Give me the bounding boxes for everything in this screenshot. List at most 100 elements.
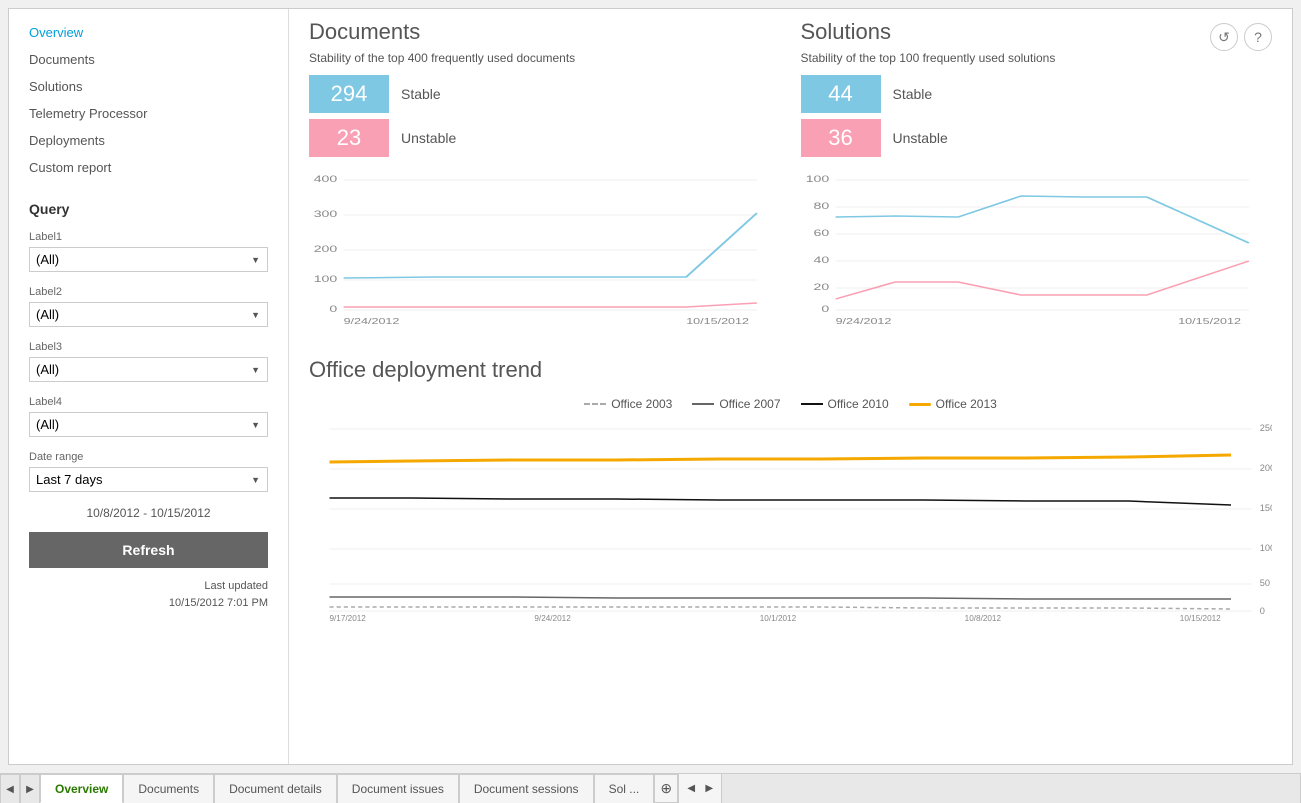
tab-scrollbar[interactable]	[721, 774, 1301, 803]
svg-text:Number of users: Number of users	[1270, 488, 1272, 555]
solutions-stable-label: Stable	[893, 86, 933, 102]
label4-label: Label4	[29, 396, 268, 408]
sidebar-item-overview[interactable]: Overview	[29, 19, 268, 46]
date-range-select-wrapper: Last 7 days	[29, 467, 268, 492]
label1-label: Label1	[29, 231, 268, 243]
svg-text:80: 80	[813, 201, 829, 212]
label4-select-wrapper: (All)	[29, 412, 268, 437]
documents-title: Documents	[309, 19, 781, 45]
date-range-value: 10/8/2012 - 10/15/2012	[29, 506, 268, 520]
svg-text:0: 0	[329, 304, 337, 315]
solutions-title: Solutions	[801, 19, 892, 45]
documents-subtitle: Stability of the top 400 frequently used…	[309, 51, 781, 65]
legend-label-2003: Office 2003	[611, 397, 672, 411]
solutions-unstable-label: Unstable	[893, 130, 948, 146]
label1-select-wrapper: (All)	[29, 247, 268, 272]
label3-field: Label3 (All)	[29, 341, 268, 382]
solutions-stable-count: 44	[801, 75, 881, 113]
tab-sol[interactable]: Sol ...	[594, 774, 655, 803]
svg-text:300: 300	[314, 209, 338, 220]
documents-stable-label: Stable	[401, 86, 441, 102]
svg-text:60: 60	[813, 228, 829, 239]
svg-text:9/17/2012: 9/17/2012	[329, 614, 366, 621]
sidebar-item-telemetry[interactable]: Telemetry Processor	[29, 100, 268, 127]
legend-label-2007: Office 2007	[719, 397, 780, 411]
legend-label-2010: Office 2010	[828, 397, 889, 411]
solutions-chart: 100 80 60 40 20 0	[801, 167, 1273, 327]
svg-text:10/15/2012: 10/15/2012	[1178, 317, 1241, 326]
solutions-chart-svg: 100 80 60 40 20 0	[801, 167, 1273, 327]
label2-select-wrapper: (All)	[29, 302, 268, 327]
solutions-subtitle: Stability of the top 100 frequently used…	[801, 51, 1273, 65]
tab-document-details[interactable]: Document details	[214, 774, 337, 803]
svg-text:10/15/2012: 10/15/2012	[1180, 614, 1221, 621]
legend-label-2013: Office 2013	[936, 397, 997, 411]
solutions-icons: ↺ ?	[1210, 23, 1272, 51]
sidebar-item-custom[interactable]: Custom report	[29, 154, 268, 181]
svg-text:200: 200	[1260, 463, 1272, 473]
tab-documents[interactable]: Documents	[123, 774, 214, 803]
tab-scroll-right[interactable]: ▶	[701, 781, 717, 797]
legend-line-2007	[692, 403, 714, 405]
label3-select-wrapper: (All)	[29, 357, 268, 382]
svg-text:100: 100	[314, 274, 338, 285]
label3-select[interactable]: (All)	[29, 357, 268, 382]
refresh-button[interactable]: Refresh	[29, 532, 268, 568]
svg-text:40: 40	[813, 255, 829, 266]
sidebar: OverviewDocumentsSolutionsTelemetry Proc…	[9, 9, 289, 764]
label4-select[interactable]: (All)	[29, 412, 268, 437]
documents-stable-row: 294 Stable	[309, 75, 781, 113]
sidebar-nav: OverviewDocumentsSolutionsTelemetry Proc…	[9, 19, 288, 181]
label2-field: Label2 (All)	[29, 286, 268, 327]
legend-line-2003	[584, 403, 606, 405]
solutions-panel: Solutions ↺ ? Stability of the top 100 f…	[801, 19, 1273, 327]
date-range-select[interactable]: Last 7 days	[29, 467, 268, 492]
tab-document-issues[interactable]: Document issues	[337, 774, 459, 803]
legend-office2003: Office 2003	[584, 397, 672, 411]
legend-office2010: Office 2010	[801, 397, 889, 411]
tab-scroll-controls: ◀ ▶	[679, 774, 721, 803]
trend-chart: 250 200 150 100 50 0 Number of users	[309, 421, 1272, 621]
tab-document-sessions[interactable]: Document sessions	[459, 774, 594, 803]
svg-text:9/24/2012: 9/24/2012	[344, 317, 400, 326]
tab-scroll-left[interactable]: ◀	[683, 781, 699, 797]
tab-overview[interactable]: Overview	[40, 774, 123, 803]
sidebar-item-documents[interactable]: Documents	[29, 46, 268, 73]
svg-text:10/15/2012: 10/15/2012	[686, 317, 749, 326]
solutions-unstable-count: 36	[801, 119, 881, 157]
tab-prev-button[interactable]: ◀	[0, 774, 20, 803]
label2-select[interactable]: (All)	[29, 302, 268, 327]
trend-legend: Office 2003 Office 2007 Office 2010 Offi…	[309, 397, 1272, 411]
label1-select[interactable]: (All)	[29, 247, 268, 272]
svg-text:9/24/2012: 9/24/2012	[835, 317, 891, 326]
trend-title: Office deployment trend	[309, 357, 1272, 383]
label3-label: Label3	[29, 341, 268, 353]
sidebar-item-deployments[interactable]: Deployments	[29, 127, 268, 154]
date-range-field: Date range Last 7 days	[29, 451, 268, 492]
legend-office2007: Office 2007	[692, 397, 780, 411]
solutions-unstable-row: 36 Unstable	[801, 119, 1273, 157]
date-range-label: Date range	[29, 451, 268, 463]
help-icon[interactable]: ?	[1244, 23, 1272, 51]
sidebar-item-solutions[interactable]: Solutions	[29, 73, 268, 100]
bottom-tabs: ◀ ▶ Overview Documents Document details …	[0, 773, 1301, 803]
svg-text:20: 20	[813, 282, 829, 293]
documents-chart-svg: 400 300 200 100 0	[309, 167, 781, 327]
query-title: Query	[29, 201, 268, 217]
main-content: Documents Stability of the top 400 frequ…	[289, 9, 1292, 764]
legend-office2013: Office 2013	[909, 397, 997, 411]
tab-next-button[interactable]: ▶	[20, 774, 40, 803]
svg-text:0: 0	[821, 304, 829, 315]
tab-add-button[interactable]: ⊕	[654, 774, 678, 803]
sidebar-query: Query Label1 (All) Label2 (All) La	[9, 181, 288, 621]
refresh-icon[interactable]: ↺	[1210, 23, 1238, 51]
label4-field: Label4 (All)	[29, 396, 268, 437]
svg-text:400: 400	[314, 174, 338, 185]
trend-chart-svg: 250 200 150 100 50 0 Number of users	[309, 421, 1272, 621]
documents-chart: 400 300 200 100 0	[309, 167, 781, 327]
documents-unstable-label: Unstable	[401, 130, 456, 146]
label2-label: Label2	[29, 286, 268, 298]
svg-text:9/24/2012: 9/24/2012	[534, 614, 571, 621]
svg-text:0: 0	[1260, 606, 1265, 616]
svg-text:250: 250	[1260, 423, 1272, 433]
